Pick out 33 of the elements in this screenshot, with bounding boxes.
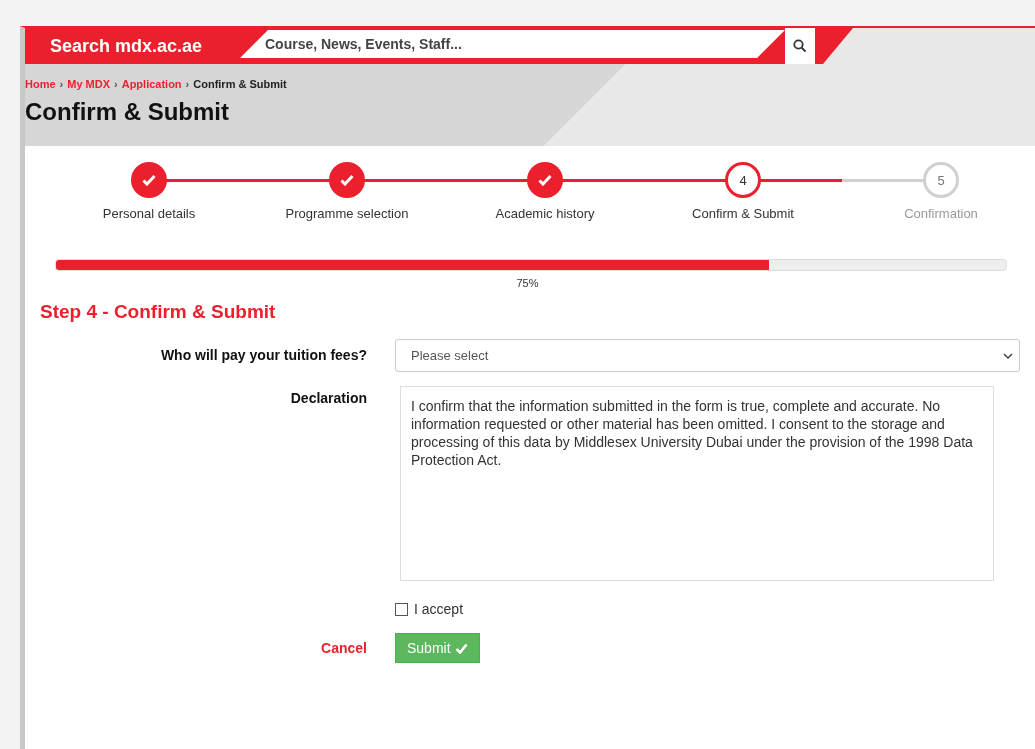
- step-label: Academic history: [495, 206, 595, 221]
- submit-button[interactable]: Submit: [395, 633, 480, 663]
- chevron-down-icon: [1003, 352, 1013, 359]
- breadcrumb-separator: ›: [185, 78, 190, 90]
- check-icon: [340, 174, 354, 186]
- checkbox-label[interactable]: I accept: [414, 601, 464, 617]
- section-title: Step 4 - Confirm & Submit: [40, 301, 277, 323]
- progress-reading: 75%: [516, 277, 539, 289]
- search-field[interactable]: Course, News, Events, Staff...: [240, 30, 785, 58]
- search-icon: [793, 39, 807, 53]
- breadcrumb-link[interactable]: My MDX: [67, 78, 110, 90]
- step-label: Confirm & Submit: [692, 206, 794, 221]
- step-label: Confirmation: [904, 206, 978, 221]
- search-button[interactable]: [785, 28, 815, 64]
- step-circle: 4: [725, 162, 761, 198]
- declaration-field[interactable]: I confirm that the information submitted in the form is true, complete and accurate. No information requested or other material has been omitted. I consent to the storage and processing of this data by Middlesex University Dubai under the provision of the 1998 Data Protection Act.: [400, 386, 994, 581]
- breadcrumb-separator: ›: [114, 78, 118, 90]
- breadcrumb-link[interactable]: Home: [25, 78, 56, 90]
- field-label: Declaration: [289, 389, 367, 406]
- step-label: Personal details: [102, 206, 196, 221]
- field-label: Who will pay your tuition fees?: [159, 346, 367, 363]
- check-icon: [454, 642, 468, 654]
- step-circle: 5: [923, 162, 959, 198]
- fees-select[interactable]: Please select: [395, 339, 1020, 372]
- site-search-label: Search mdx.ac.ae: [25, 28, 240, 64]
- step-label: Programme selection: [285, 206, 409, 221]
- breadcrumb-link[interactable]: Application: [121, 78, 182, 90]
- page-title: Confirm & Submit: [25, 98, 230, 126]
- breadcrumb-separator: ›: [59, 78, 64, 90]
- check-icon: [142, 174, 156, 186]
- accept-checkbox[interactable]: [395, 602, 408, 616]
- check-icon: [538, 174, 552, 186]
- cancel-link[interactable]: Cancel: [40, 640, 367, 656]
